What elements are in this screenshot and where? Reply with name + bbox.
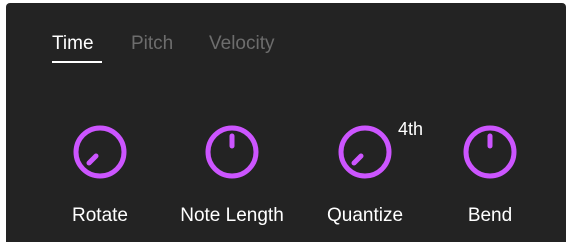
- rotate-label: Rotate: [72, 205, 128, 226]
- arpeggiator-panel: Time Pitch Velocity Rotate Note Length 4…: [6, 3, 566, 242]
- knob-indicator: [351, 153, 364, 166]
- quantize-label: Quantize: [326, 205, 404, 226]
- rotate-knob[interactable]: [72, 124, 128, 180]
- quantize-value: 4th: [398, 119, 424, 139]
- active-tab-underline: [52, 61, 102, 63]
- knob-ring: [73, 125, 127, 179]
- knob-indicator: [86, 153, 99, 166]
- quantize-knob[interactable]: [337, 124, 393, 180]
- tab-velocity[interactable]: Velocity: [209, 33, 274, 55]
- note-length-knob[interactable]: [204, 124, 260, 180]
- bend-label: Bend: [467, 205, 513, 226]
- knob-ring: [338, 125, 392, 179]
- note-length-label: Note Length: [180, 205, 284, 226]
- tab-pitch[interactable]: Pitch: [131, 33, 173, 55]
- bend-knob[interactable]: [462, 124, 518, 180]
- tab-time[interactable]: Time: [52, 33, 94, 55]
